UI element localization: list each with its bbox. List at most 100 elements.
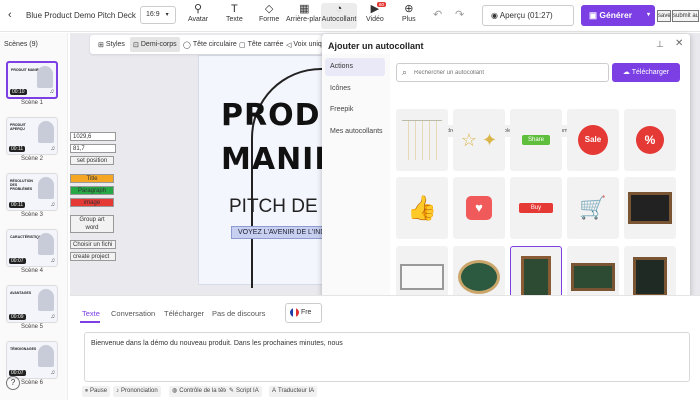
paragraph-button[interactable]: Paragraph xyxy=(70,186,114,195)
toolbar-text[interactable]: T Texte xyxy=(226,3,243,23)
create-project-button[interactable]: create project xyxy=(70,252,116,261)
stars-sticker[interactable]: ☆ ✦ xyxy=(453,109,505,171)
percent-sticker[interactable]: % xyxy=(624,109,676,171)
category-icons[interactable]: Icônes xyxy=(325,80,385,98)
voice-label: Voix uniq xyxy=(293,41,322,48)
toolbar-background[interactable]: ▦ Arrière-plan xyxy=(286,3,323,23)
music-icon: ♫ xyxy=(50,370,56,376)
preview-button[interactable]: ◉ Aperçu (01:27) xyxy=(482,5,574,26)
submit-button[interactable]: submit au xyxy=(672,10,699,22)
language-label: Fre xyxy=(300,309,312,316)
choose-file-button[interactable]: Choisir un fichi xyxy=(70,240,116,249)
half-body-button[interactable]: ⊡ Demi-corps xyxy=(130,37,180,52)
chalkboard-sticker[interactable] xyxy=(624,177,676,239)
project-title[interactable]: Blue Product Demo Pitch Deck xyxy=(26,11,136,20)
avatar-thumb xyxy=(38,177,54,199)
group-art-word-button[interactable]: Group art word xyxy=(70,215,114,233)
shape-icon: ◇ xyxy=(264,3,274,15)
share-sticker-label: Share xyxy=(521,135,550,145)
script-text[interactable]: Bienvenue dans la démo du nouveau produi… xyxy=(91,340,343,347)
slide-subtitle[interactable]: PITCH DE xyxy=(229,196,318,218)
share-button-sticker[interactable]: Share xyxy=(510,109,562,171)
sticker-panel-title: Ajouter un autocollant xyxy=(328,41,424,51)
aspect-ratio-value: 16:9 xyxy=(146,11,160,18)
tab-upload[interactable]: Télécharger xyxy=(164,309,204,318)
undo-icon[interactable]: ↶ xyxy=(433,8,442,21)
avatar-thumb xyxy=(38,289,54,311)
square-head-button[interactable]: ▢ Tête carrée xyxy=(236,37,286,52)
aspect-ratio-select[interactable]: 16:9 ▾ xyxy=(140,6,176,24)
heart-like-sticker[interactable]: ♥ xyxy=(453,177,505,239)
hanging-lights-sticker[interactable] xyxy=(396,109,448,171)
scene-thumb-text: PRODUIT APERÇU xyxy=(10,123,26,131)
upload-button[interactable]: ☁ Télécharger xyxy=(612,63,680,82)
toolbar-shape[interactable]: ◇ Forme xyxy=(259,3,279,23)
footer-button[interactable]: ✎ Script IA xyxy=(226,386,262,397)
category-freepik[interactable]: Freepik xyxy=(325,101,385,119)
toolbar-shape-label: Forme xyxy=(259,16,280,23)
sticker-search-box[interactable]: ⌕ xyxy=(396,63,609,82)
circle-head-button[interactable]: ◯ Tête circulaire xyxy=(180,37,240,52)
title-button[interactable]: Title xyxy=(70,174,114,183)
tab-no-speech[interactable]: Pas de discours xyxy=(212,309,265,318)
toolbar-more-label: Plus xyxy=(402,16,416,23)
scene-thumbnail[interactable]: PRODUIT MANIF 00:10 ♫ xyxy=(6,61,58,99)
head-control-icon: ◍ xyxy=(172,388,178,394)
cloud-upload-icon: ☁ xyxy=(622,69,632,76)
plus-icon: ⊕ xyxy=(404,3,414,15)
scene-thumbnail[interactable]: TÉMOIGNAGES 00:07 ♫ xyxy=(6,341,58,379)
play-circle-icon: ◉ xyxy=(491,11,500,20)
footer-button[interactable]: A Traducteur IA xyxy=(269,386,318,397)
slide-title-line2[interactable]: MANIF xyxy=(221,142,336,177)
y-input[interactable]: 81,7 xyxy=(70,144,116,153)
toolbar-text-label: Texte xyxy=(226,16,243,23)
voice-button[interactable]: ◁ Voix uniq xyxy=(283,37,323,52)
half-body-icon: ⊡ xyxy=(133,41,139,49)
category-my-stickers[interactable]: Mes autocollants xyxy=(325,123,385,141)
toolbar-avatar[interactable]: ⚲ Avatar xyxy=(188,3,208,23)
thumbs-up-sticker[interactable]: 👍 xyxy=(396,177,448,239)
sticker-icon: ◔ xyxy=(335,3,343,15)
scene-label: Scène 5 xyxy=(20,324,44,330)
image-button[interactable]: image xyxy=(70,198,114,207)
scene-duration: 00:10 xyxy=(10,89,27,95)
tab-conversation[interactable]: Conversation xyxy=(111,309,155,318)
footer-button-label: Traducteur IA xyxy=(278,388,315,394)
footer-button[interactable]: ♪ Prononciation xyxy=(113,386,161,397)
x-input[interactable]: 1029,6 xyxy=(70,132,116,141)
redo-icon[interactable]: ↷ xyxy=(455,8,464,21)
pin-icon[interactable]: ⊥ xyxy=(656,39,664,50)
scene-thumb-text: TÉMOIGNAGES xyxy=(10,347,37,351)
language-select[interactable]: Fre xyxy=(285,303,322,323)
text-icon: T xyxy=(231,3,238,15)
footer-button-label: Prononciation xyxy=(121,388,158,394)
buy-button-sticker[interactable]: Buy xyxy=(510,177,562,239)
toolbar-more[interactable]: ⊕ Plus xyxy=(402,3,416,23)
scene-thumbnail[interactable]: CARACTÉRISTIQUES 00:07 ♫ xyxy=(6,229,58,267)
tab-text[interactable]: Texte xyxy=(82,309,100,318)
toolbar-sticker[interactable]: ◔ Autocollant xyxy=(321,3,357,29)
help-icon[interactable]: ? xyxy=(6,376,20,390)
scene-thumbnail[interactable]: AVANTAGES 00:09 ♫ xyxy=(6,285,58,323)
close-icon[interactable]: ✕ xyxy=(675,38,683,49)
shopping-cart-sticker[interactable]: 🛒 xyxy=(567,177,619,239)
script-editor[interactable]: Bienvenue dans la démo du nouveau produi… xyxy=(84,332,690,382)
back-icon[interactable]: ‹ xyxy=(8,9,12,21)
set-position-button[interactable]: set position xyxy=(70,156,114,165)
footer-button[interactable]: ⏸ Pause xyxy=(82,386,111,397)
footer-button[interactable]: ◍ Contrôle de la tête xyxy=(169,386,232,397)
scene-thumbnail[interactable]: PRODUIT APERÇU 00:11 ♫ xyxy=(6,117,58,155)
pronunciation-icon: ♪ xyxy=(116,388,119,394)
active-tab-indicator xyxy=(80,321,100,323)
sticker-search-input[interactable] xyxy=(414,66,604,79)
save-button[interactable]: save xyxy=(657,10,671,22)
generate-button[interactable]: ▣ Générer ▾ xyxy=(581,5,655,26)
sale-sticker-label: Sale xyxy=(578,125,608,155)
scene-thumbnail[interactable]: RÉSOLUTION DES PROBLÈMES 00:11 ♫ xyxy=(6,173,58,211)
toolbar-avatar-label: Avatar xyxy=(188,16,209,23)
circle-head-label: Tête circulaire xyxy=(192,41,237,48)
sale-sticker[interactable]: Sale xyxy=(567,109,619,171)
category-actions[interactable]: Actions xyxy=(325,58,385,76)
scene-thumb-text: CARACTÉRISTIQUES xyxy=(10,235,46,239)
styles-button[interactable]: ⊞ Styles xyxy=(95,37,128,52)
